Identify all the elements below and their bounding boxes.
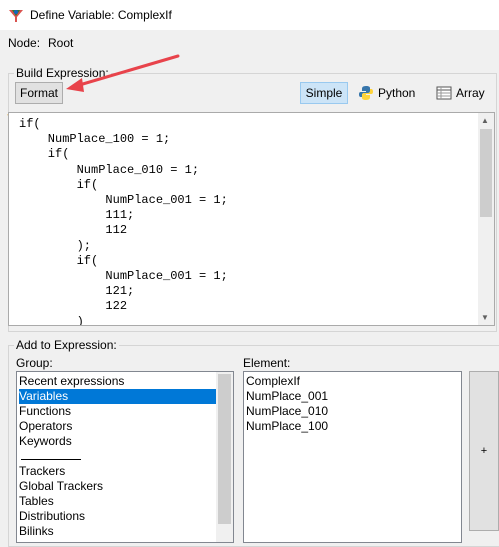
scroll-up-arrow-icon[interactable]: ▲ [481,116,489,125]
group-item-operators[interactable]: Operators [19,419,72,434]
python-label: Python [378,86,416,100]
expression-editor[interactable]: if( NumPlace_100 = 1; if( NumPlace_010 =… [8,112,495,326]
format-button[interactable]: Format [15,82,63,104]
group-list-scrollbar[interactable] [216,372,233,542]
python-toggle[interactable]: Python [358,83,424,103]
element-label: Element: [243,356,291,370]
group-item-trackers[interactable]: Trackers [19,464,65,479]
node-value: Root [48,36,74,50]
element-list[interactable]: ComplexIf NumPlace_001 NumPlace_010 NumP… [243,371,462,543]
element-item[interactable]: NumPlace_010 [246,404,328,419]
group-item-variables[interactable]: Variables [19,389,216,404]
window-title: Define Variable: ComplexIf [30,8,172,22]
group-label: Group: [16,356,53,370]
editor-vertical-scrollbar[interactable]: ▲ ▼ [478,113,494,325]
group-item-keywords[interactable]: Keywords [19,434,72,449]
group-item-global-trackers[interactable]: Global Trackers [19,479,103,494]
scroll-down-arrow-icon[interactable]: ▼ [481,313,489,322]
simple-toggle[interactable]: Simple [300,82,348,104]
table-icon [436,86,452,100]
simple-label: Simple [305,86,343,100]
expression-code: if( NumPlace_100 = 1; if( NumPlace_010 =… [19,117,228,326]
editor-scrollbar-thumb[interactable] [480,129,492,217]
python-icon [359,86,373,100]
group-list[interactable]: Recent expressions Variables Functions O… [16,371,234,543]
add-to-expression-legend: Add to Expression: [14,338,119,352]
group-item-recent-expressions[interactable]: Recent expressions [19,374,124,389]
group-separator [21,459,81,460]
group-item-tables[interactable]: Tables [19,494,54,509]
element-item[interactable]: ComplexIf [246,374,300,389]
add-element-button[interactable]: + [469,371,499,531]
group-list-scrollbar-thumb[interactable] [218,374,231,524]
array-toggle[interactable]: Array [436,83,492,103]
element-item[interactable]: NumPlace_100 [246,419,328,434]
group-item-distributions[interactable]: Distributions [19,509,85,524]
title-bar: Define Variable: ComplexIf [0,0,499,30]
group-item-bilinks[interactable]: Bilinks [19,524,54,539]
element-item[interactable]: NumPlace_001 [246,389,328,404]
array-label: Array [456,86,485,100]
app-icon [9,10,23,22]
node-label: Node: [8,36,41,50]
build-expression-legend: Build Expression: [14,66,111,80]
group-item-functions[interactable]: Functions [19,404,71,419]
